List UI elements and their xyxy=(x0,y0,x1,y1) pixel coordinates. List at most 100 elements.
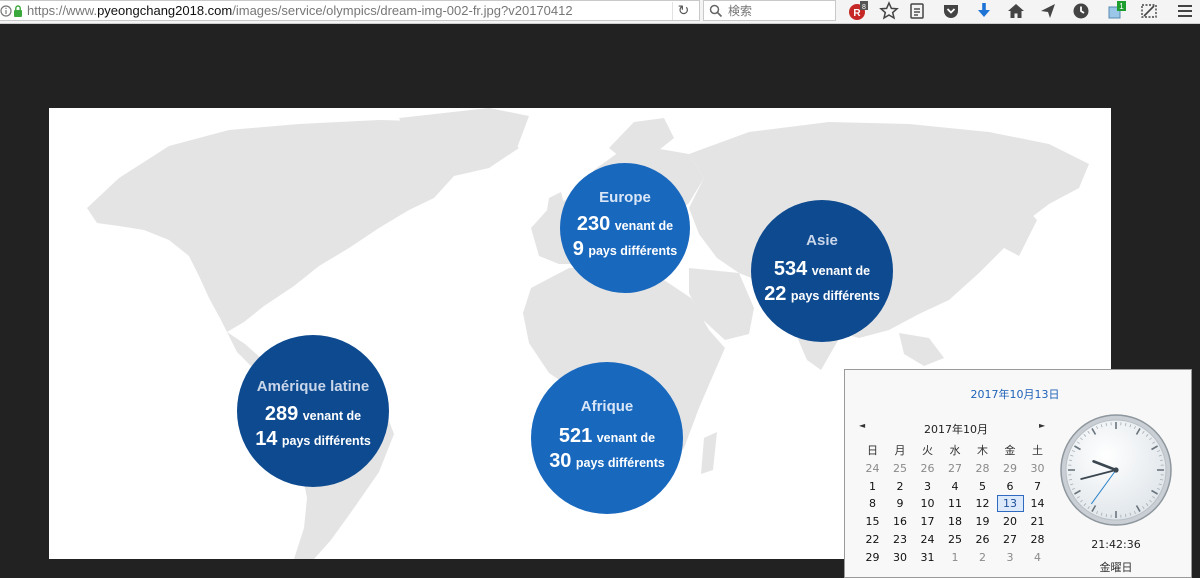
calendar-week-row: 24 25 26 27 28 29 30 xyxy=(859,460,1053,477)
calendar-day[interactable]: 25 xyxy=(942,531,969,548)
clock-weekday: 金曜日 xyxy=(1099,561,1133,574)
weekday-label: 木 xyxy=(977,444,988,457)
reading-list-icon[interactable] xyxy=(907,1,927,21)
search-input[interactable] xyxy=(728,2,833,19)
full-date-link[interactable]: 2017年10月13日 xyxy=(845,386,1185,402)
calendar-day[interactable]: 2 xyxy=(887,478,914,495)
screenshot-icon[interactable] xyxy=(1139,1,1159,21)
download-icon[interactable] xyxy=(974,1,994,21)
calendar-week-row: 8 9 10 11 12 13 14 xyxy=(859,495,1053,513)
calendar-day[interactable]: 26 xyxy=(969,531,996,548)
participants-line: 521 venant de xyxy=(531,425,683,448)
calendar-day[interactable]: 24 xyxy=(914,531,941,548)
participant-count: 289 xyxy=(264,403,299,425)
calendar-day[interactable]: 12 xyxy=(969,495,996,512)
next-month-icon[interactable]: ► xyxy=(1039,421,1045,430)
calendar-day[interactable]: 23 xyxy=(887,531,914,548)
reload-icon[interactable]: ↻ xyxy=(672,2,694,20)
calendar-day[interactable]: 15 xyxy=(859,513,886,530)
calendar-day[interactable]: 10 xyxy=(914,495,941,512)
calendar-day[interactable]: 30 xyxy=(1024,460,1051,477)
calendar-month-label[interactable]: 2017年10月 xyxy=(881,421,1031,437)
participant-count: 534 xyxy=(773,258,808,280)
weekday-label: 月 xyxy=(894,444,906,457)
calendar-day[interactable]: 29 xyxy=(997,460,1024,477)
calendar-day[interactable]: 14 xyxy=(1024,495,1051,512)
menu-icon[interactable] xyxy=(1175,1,1195,21)
url-text[interactable]: https://www.pyeongchang2018.com/images/s… xyxy=(27,3,667,18)
calendar-day[interactable]: 1 xyxy=(859,478,886,495)
calendar-day[interactable]: 29 xyxy=(859,549,886,566)
weekday-label: 日 xyxy=(867,444,878,457)
star-icon[interactable] xyxy=(879,1,899,21)
region-circle-afrique: Afrique 521 venant de 30 pays différents xyxy=(531,362,683,514)
send-icon[interactable] xyxy=(1038,1,1058,21)
participant-suffix: venant de xyxy=(302,409,362,423)
calendar-day[interactable]: 22 xyxy=(859,531,886,548)
country-count: 14 xyxy=(255,428,278,450)
weekday-label: 金 xyxy=(1004,444,1016,457)
info-icon[interactable] xyxy=(0,4,12,18)
countries-line: 22 pays différents xyxy=(751,283,893,306)
calendar-day[interactable]: 13 xyxy=(996,495,1024,513)
analog-clock xyxy=(1060,414,1172,526)
clock-center xyxy=(1113,467,1119,473)
calendar-day[interactable]: 7 xyxy=(1024,478,1051,495)
calendar-day[interactable]: 1 xyxy=(942,549,969,566)
calendar-day[interactable]: 17 xyxy=(914,513,941,530)
lock-icon[interactable] xyxy=(12,4,24,18)
calendar-day[interactable]: 19 xyxy=(969,513,996,530)
calendar-day[interactable]: 24 xyxy=(859,460,886,477)
calendar-day[interactable]: 30 xyxy=(887,549,914,566)
calendar-day[interactable]: 8 xyxy=(859,495,886,512)
calendar-day[interactable]: 28 xyxy=(1024,531,1051,548)
calendar-day[interactable]: 27 xyxy=(942,460,969,477)
calendar-day[interactable]: 6 xyxy=(997,478,1024,495)
calendar-day[interactable]: 9 xyxy=(887,495,914,512)
calendar-day[interactable]: 20 xyxy=(997,513,1024,530)
calendar-week-row: 15 16 17 18 19 20 21 xyxy=(859,513,1053,530)
calendar-day[interactable]: 21 xyxy=(1024,513,1051,530)
countries-line: 14 pays différents xyxy=(237,428,389,451)
calendar-day[interactable]: 31 xyxy=(914,549,941,566)
region-name: Afrique xyxy=(580,398,634,415)
calendar-day[interactable]: 16 xyxy=(887,513,914,530)
participants-line: 289 venant de xyxy=(237,403,389,426)
prev-month-icon[interactable]: ◄ xyxy=(859,421,865,430)
calendar-day[interactable]: 27 xyxy=(997,531,1024,548)
participants-line: 534 venant de xyxy=(751,258,893,281)
countries-line: 30 pays différents xyxy=(531,450,683,473)
pocket-icon[interactable] xyxy=(941,1,961,21)
calendar-day[interactable]: 5 xyxy=(969,478,996,495)
calendar-day[interactable]: 26 xyxy=(914,460,941,477)
search-bar[interactable] xyxy=(703,0,836,21)
calendar-day[interactable]: 25 xyxy=(887,460,914,477)
country-suffix: pays différents xyxy=(790,289,880,303)
history-icon[interactable] xyxy=(1071,1,1091,21)
home-icon[interactable] xyxy=(1006,1,1026,21)
search-icon xyxy=(709,4,723,18)
calendar-day[interactable]: 2 xyxy=(969,549,996,566)
calendar-day[interactable]: 11 xyxy=(942,495,969,512)
region-name: Asie xyxy=(806,232,838,249)
country-suffix: pays différents xyxy=(281,434,371,448)
region-circle-europe: Europe 230 venant de 9 pays différents xyxy=(560,163,690,293)
extension-count: 1 xyxy=(1119,2,1124,11)
calendar-day[interactable]: 3 xyxy=(914,478,941,495)
participant-suffix: venant de xyxy=(811,264,871,278)
weekday-header-row: 日 月 火 水 木 金 土 xyxy=(859,442,1053,459)
url-bar[interactable]: https://www.pyeongchang2018.com/images/s… xyxy=(0,0,700,21)
weekday-label: 土 xyxy=(1032,444,1043,457)
weekday-label: 水 xyxy=(949,444,961,457)
readability-icon[interactable]: R8 xyxy=(848,1,868,21)
calendar-day[interactable]: 4 xyxy=(1024,549,1051,566)
calendar-day[interactable]: 3 xyxy=(997,549,1024,566)
extension-icon[interactable]: 1 xyxy=(1107,1,1127,21)
url-scheme: https://www. xyxy=(27,3,98,18)
calendar-day[interactable]: 28 xyxy=(969,460,996,477)
calendar-day[interactable]: 4 xyxy=(942,478,969,495)
participants-line: 230 venant de xyxy=(560,213,690,236)
url-host: pyeongchang2018.com xyxy=(97,3,233,18)
browser-toolbar: https://www.pyeongchang2018.com/images/s… xyxy=(0,0,1200,24)
calendar-day[interactable]: 18 xyxy=(942,513,969,530)
